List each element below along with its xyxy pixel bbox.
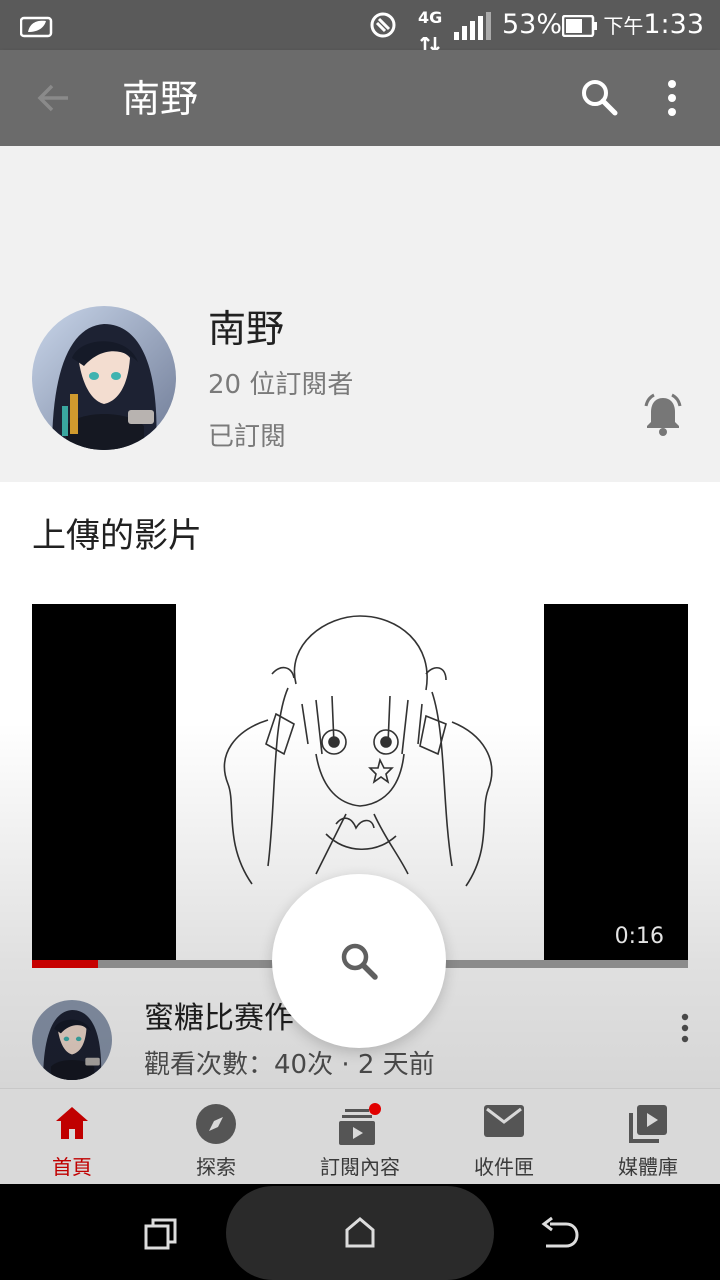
channel-header: 南野 20 位訂閱者 已訂閱: [0, 146, 720, 482]
nav-explore-label: 探索: [196, 1155, 236, 1179]
app-bar: 南野: [0, 50, 720, 146]
subscribed-button[interactable]: 已訂閱: [208, 416, 286, 453]
clock: 下午1:33: [603, 10, 704, 41]
explore-icon: [195, 1103, 237, 1149]
video-channel-avatar[interactable]: [32, 1000, 112, 1080]
recents-icon[interactable]: [144, 1218, 178, 1254]
home-button-icon[interactable]: [344, 1216, 376, 1252]
nav-subscriptions-label: 訂閱內容: [320, 1155, 400, 1179]
nav-subscriptions[interactable]: 訂閱內容: [288, 1089, 432, 1185]
home-icon: [52, 1103, 92, 1147]
leaf-notification-icon: [19, 12, 54, 42]
nav-library[interactable]: 媒體庫: [576, 1089, 720, 1185]
more-options-icon[interactable]: [660, 78, 684, 122]
inbox-icon: [483, 1103, 525, 1143]
system-navigation-bar: [0, 1184, 720, 1280]
system-back-icon[interactable]: [540, 1216, 580, 1254]
battery-percent: 53%: [502, 9, 563, 40]
nav-home[interactable]: 首頁: [0, 1089, 144, 1185]
watch-progress-fill: [32, 960, 98, 968]
clock-time: 1:33: [643, 9, 704, 40]
search-icon[interactable]: [578, 76, 620, 122]
status-bar: 4G 53% 下午1:33: [0, 0, 720, 53]
back-arrow-icon[interactable]: [36, 80, 72, 120]
nav-inbox-label: 收件匣: [474, 1155, 534, 1179]
subscriptions-icon: [337, 1103, 383, 1151]
signal-icon: [452, 12, 492, 47]
clock-ampm: 下午: [603, 14, 644, 38]
nfc-icon: [368, 10, 398, 47]
network-type-label: 4G: [418, 8, 443, 27]
battery-icon: [561, 14, 598, 44]
nav-home-label: 首頁: [52, 1155, 92, 1179]
nav-library-label: 媒體庫: [618, 1155, 678, 1179]
search-icon: [341, 943, 378, 980]
floating-search-button[interactable]: [272, 874, 446, 1048]
notification-bell-icon[interactable]: [640, 392, 686, 442]
library-icon: [627, 1103, 669, 1149]
video-title[interactable]: 蜜糖比赛作: [144, 1000, 294, 1038]
channel-avatar[interactable]: [32, 306, 176, 450]
channel-name: 南野: [208, 307, 285, 351]
video-duration: 0:16: [614, 924, 664, 949]
subscriber-count: 20 位訂閱者: [208, 370, 354, 400]
bottom-navigation: 首頁 探索 訂閱內容 收件匣 媒體庫: [0, 1088, 720, 1184]
letterbox-right: [544, 604, 688, 968]
page-title: 南野: [122, 77, 199, 121]
nav-inbox[interactable]: 收件匣: [432, 1089, 576, 1185]
letterbox-left: [32, 604, 176, 968]
video-more-options-icon[interactable]: [676, 1012, 694, 1048]
nav-explore[interactable]: 探索: [144, 1089, 288, 1185]
video-meta: 觀看次數：40次 · 2 天前: [144, 1050, 435, 1080]
section-title: 上傳的影片: [32, 516, 202, 556]
